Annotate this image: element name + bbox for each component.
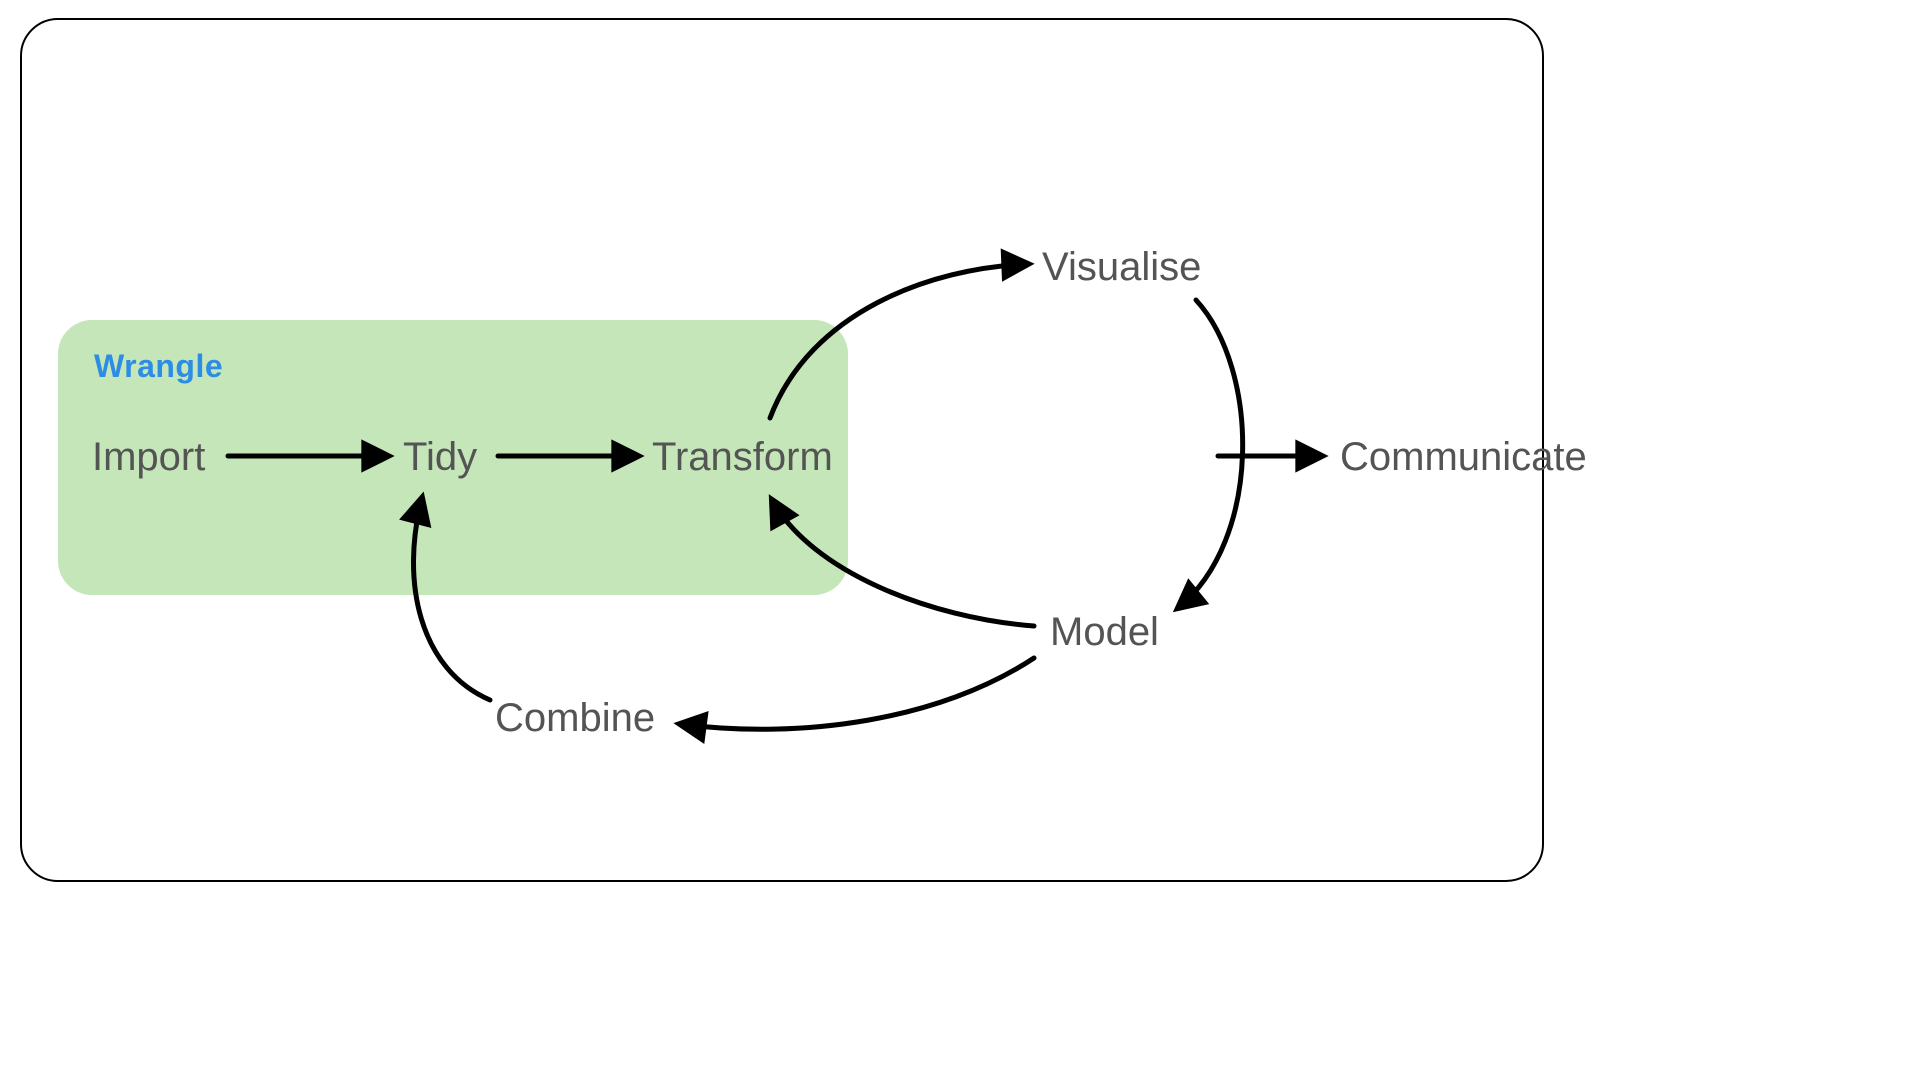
node-tidy: Tidy xyxy=(403,437,477,477)
diagram-stage: Wrangle Import Tidy Transform Visualise … xyxy=(0,0,1920,1080)
wrangle-group-label: Wrangle xyxy=(94,348,223,385)
node-communicate: Communicate xyxy=(1340,437,1587,477)
node-model: Model xyxy=(1050,612,1159,652)
node-import: Import xyxy=(92,437,205,477)
node-combine: Combine xyxy=(495,698,655,738)
node-transform: Transform xyxy=(652,437,833,477)
node-visualise: Visualise xyxy=(1042,247,1201,287)
